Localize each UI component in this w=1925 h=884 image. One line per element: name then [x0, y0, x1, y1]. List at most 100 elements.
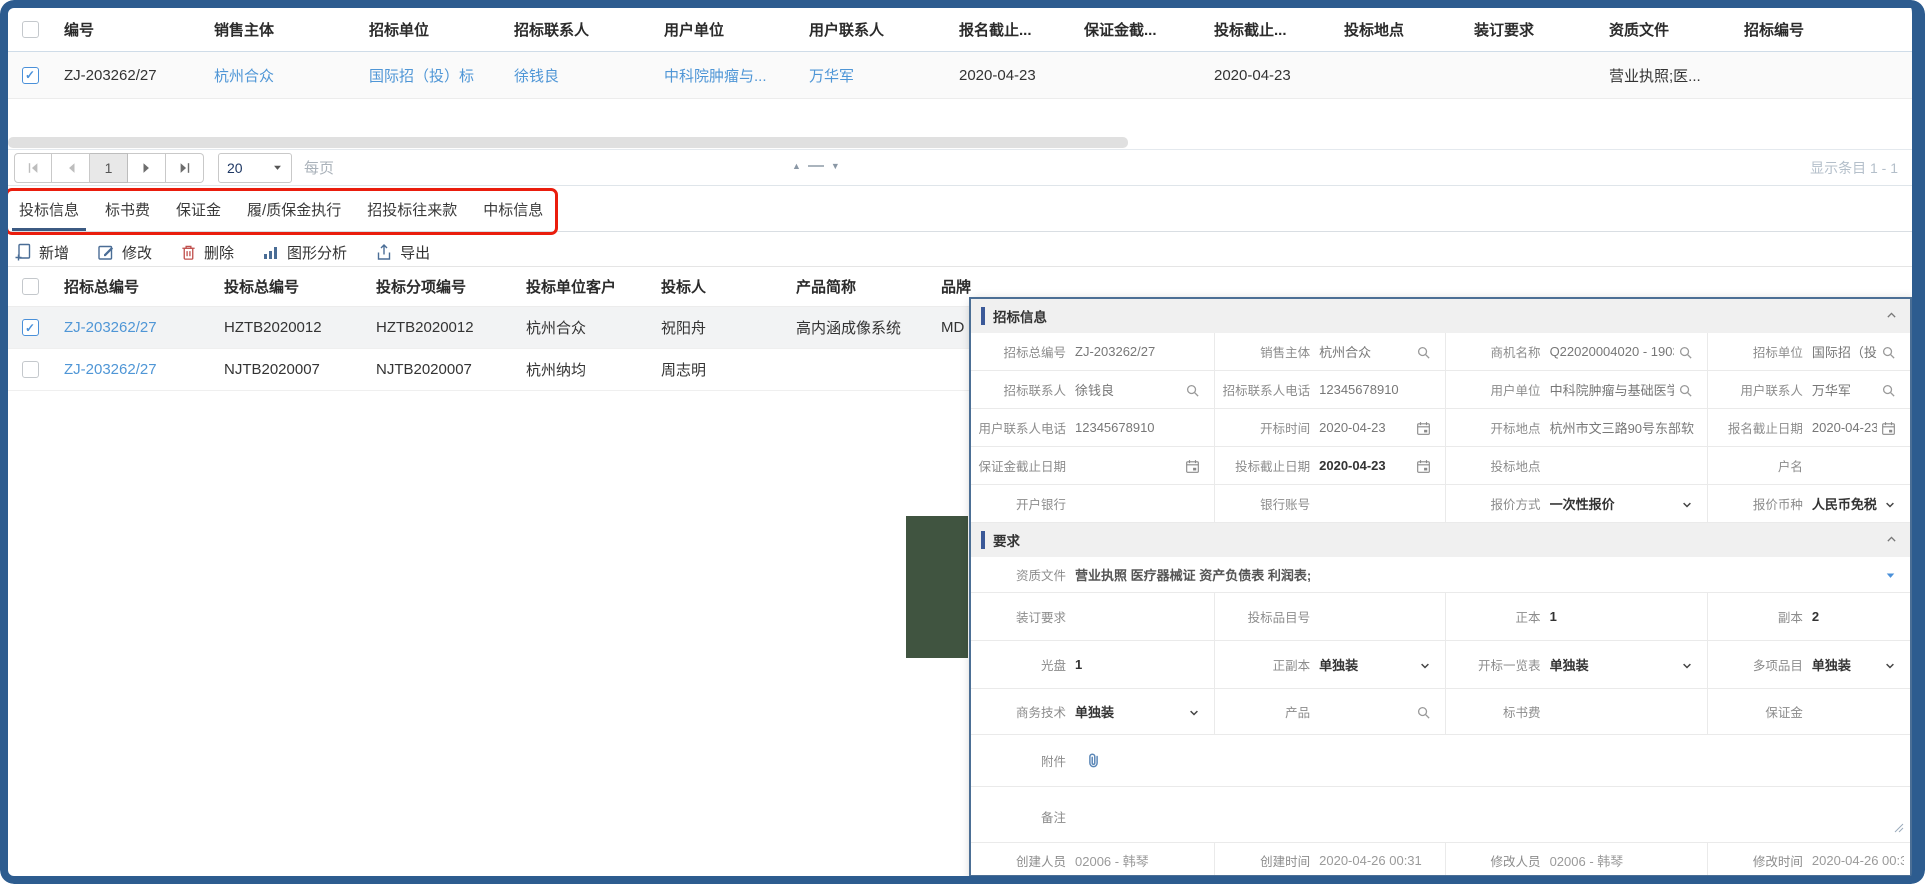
- delete-button[interactable]: 删除: [180, 242, 234, 263]
- chevron-icon[interactable]: [1681, 499, 1693, 511]
- resize-handle-icon[interactable]: [1894, 820, 1904, 838]
- field-value[interactable]: 1: [1550, 609, 1701, 624]
- field-value[interactable]: 徐钱良: [1075, 380, 1181, 399]
- splitter-handle[interactable]: [808, 165, 824, 167]
- field-value[interactable]: 人民币免税: [1812, 494, 1880, 513]
- splitter[interactable]: ▲ ▼: [792, 148, 840, 183]
- export-button[interactable]: 导出: [375, 242, 430, 263]
- field-value[interactable]: 单独装: [1550, 655, 1677, 674]
- section-title: 要求: [993, 530, 1020, 550]
- field-value[interactable]: 2020-04-23: [1319, 458, 1411, 473]
- cell-user-contact-link[interactable]: 万华军: [799, 65, 949, 86]
- row-checkbox[interactable]: [22, 319, 39, 336]
- tab-document-fee[interactable]: 标书费: [92, 187, 163, 231]
- tab-bid-info[interactable]: 投标信息: [6, 187, 92, 231]
- cell-tender-no-link[interactable]: ZJ-203262/27: [54, 361, 214, 378]
- field-value[interactable]: 国际招（投）标: [1812, 342, 1877, 361]
- field-value[interactable]: 中科院肿瘤与基础医学: [1550, 380, 1674, 399]
- edit-button[interactable]: 修改: [97, 242, 152, 263]
- column-header: 报名截止...: [949, 19, 1074, 40]
- last-page-button[interactable]: [166, 153, 204, 183]
- field-value[interactable]: 杭州合众: [1319, 342, 1411, 361]
- chevron-icon[interactable]: [1884, 499, 1896, 511]
- row-checkbox[interactable]: [22, 361, 39, 378]
- search-icon[interactable]: [1416, 345, 1431, 360]
- next-page-button[interactable]: [128, 153, 166, 183]
- cell-bid-no: ZJ-203262/27: [54, 67, 204, 84]
- cell-sales-entity-link[interactable]: 杭州合众: [204, 65, 359, 86]
- chevron-icon[interactable]: [1884, 660, 1896, 672]
- collapse-icon[interactable]: [1885, 309, 1898, 327]
- items-summary: 显示条目 1 - 1: [1810, 150, 1898, 185]
- chevron-icon[interactable]: [1419, 660, 1431, 672]
- field-value[interactable]: 一次性报价: [1550, 494, 1677, 513]
- field-label: 报价方式: [1446, 494, 1550, 513]
- field-label: 招标总编号: [971, 342, 1075, 361]
- field-label: 开标时间: [1215, 418, 1319, 437]
- field-value[interactable]: 1: [1075, 657, 1208, 672]
- calendar-icon[interactable]: [1185, 459, 1200, 474]
- field-value[interactable]: 万华军: [1812, 380, 1877, 399]
- current-page-button[interactable]: 1: [90, 153, 128, 183]
- page-size-select[interactable]: 20: [218, 153, 292, 183]
- paperclip-icon[interactable]: [1085, 752, 1102, 769]
- field-row: 商务技术单独装产品标书费保证金: [971, 689, 1910, 735]
- search-icon[interactable]: [1881, 383, 1896, 398]
- select-all-checkbox[interactable]: [22, 278, 39, 295]
- cell-user-unit-link[interactable]: 中科院肿瘤与...: [654, 65, 799, 86]
- chevron-icon[interactable]: [1681, 660, 1693, 672]
- tab-award-info[interactable]: 中标信息: [470, 187, 556, 231]
- field-cell: 报价方式一次性报价: [1445, 485, 1707, 522]
- cell-tender-contact-link[interactable]: 徐钱良: [504, 65, 654, 86]
- chart-analysis-button[interactable]: 图形分析: [262, 242, 347, 263]
- section-header: 招标信息: [971, 299, 1910, 333]
- field-row: 招标总编号ZJ-203262/27销售主体杭州合众商机名称Q2202000402…: [971, 333, 1910, 371]
- splitter-down-icon[interactable]: ▼: [831, 161, 840, 171]
- first-page-button[interactable]: [14, 153, 52, 183]
- field-value[interactable]: 12345678910: [1075, 420, 1208, 435]
- field-value[interactable]: 2020-04-23: [1319, 420, 1411, 435]
- field-value[interactable]: ZJ-203262/27: [1075, 344, 1208, 359]
- select-all-checkbox[interactable]: [22, 21, 39, 38]
- prev-page-button[interactable]: [52, 153, 90, 183]
- cell-tender-no-link[interactable]: ZJ-203262/27: [54, 319, 214, 336]
- table-row[interactable]: ZJ-203262/27 杭州合众 国际招（投）标 徐钱良 中科院肿瘤与... …: [6, 52, 1912, 99]
- column-header: 招标联系人: [504, 19, 654, 40]
- tab-deposit[interactable]: 保证金: [163, 187, 234, 231]
- add-button-label: 新增: [39, 242, 69, 263]
- search-icon[interactable]: [1678, 383, 1693, 398]
- search-icon[interactable]: [1881, 345, 1896, 360]
- field-value[interactable]: 单独装: [1319, 655, 1414, 674]
- collapse-icon[interactable]: [1885, 533, 1898, 551]
- calendar-icon[interactable]: [1416, 421, 1431, 436]
- section-header: 要求: [971, 523, 1910, 557]
- field-label: 多项品目: [1708, 655, 1812, 674]
- horizontal-scrollbar-thumb[interactable]: [8, 137, 1128, 148]
- chevron-icon[interactable]: [1188, 707, 1200, 719]
- calendar-icon[interactable]: [1416, 459, 1431, 474]
- field-value[interactable]: Q22020004020 - 1903: [1550, 344, 1674, 359]
- field-value[interactable]: 营业执照 医疗器械证 资产负债表 利润表;: [1075, 565, 1881, 584]
- field-value[interactable]: 2: [1812, 609, 1904, 624]
- search-icon[interactable]: [1678, 345, 1693, 360]
- calendar-icon[interactable]: [1881, 421, 1896, 436]
- cell-bid-no: NJTB2020007: [214, 361, 366, 378]
- field-value[interactable]: 杭州市文三路90号东部软: [1550, 418, 1701, 437]
- caretblue-icon[interactable]: [1885, 570, 1896, 581]
- delete-icon: [180, 244, 197, 261]
- add-button[interactable]: 新增: [14, 242, 69, 263]
- field-value[interactable]: 12345678910: [1319, 382, 1438, 397]
- row-checkbox[interactable]: [22, 67, 39, 84]
- field-value[interactable]: 单独装: [1812, 655, 1880, 674]
- app-window: 编号 销售主体 招标单位 招标联系人 用户单位 用户联系人 报名截止... 保证…: [0, 0, 1925, 884]
- tab-guarantee-execution[interactable]: 履/质保金执行: [234, 187, 354, 231]
- splitter-up-icon[interactable]: ▲: [792, 161, 801, 171]
- cell-tender-unit-link[interactable]: 国际招（投）标: [359, 65, 504, 86]
- field-cell: 招标总编号ZJ-203262/27: [971, 333, 1214, 370]
- search-icon[interactable]: [1185, 383, 1200, 398]
- field-label: 正副本: [1215, 655, 1319, 674]
- search-icon[interactable]: [1416, 705, 1431, 720]
- field-value[interactable]: 2020-04-23: [1812, 420, 1877, 435]
- tab-tender-payments[interactable]: 招投标往来款: [354, 187, 470, 231]
- field-value[interactable]: 单独装: [1075, 702, 1184, 721]
